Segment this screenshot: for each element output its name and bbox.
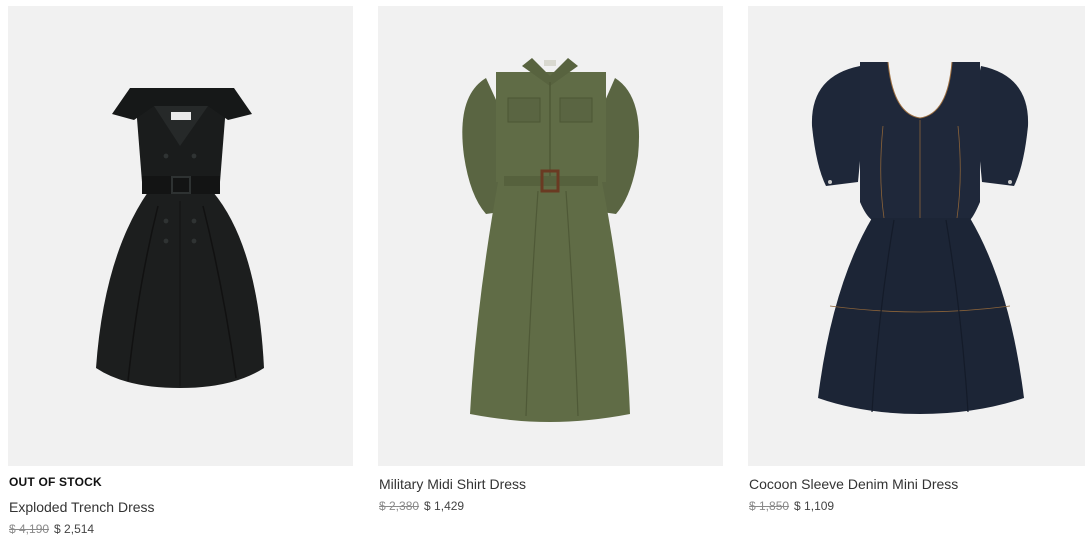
product-grid: OUT OF STOCK Exploded Trench Dress $ 4,1… bbox=[0, 0, 1085, 543]
product-name[interactable]: Exploded Trench Dress bbox=[9, 499, 155, 515]
product-image[interactable] bbox=[378, 6, 723, 466]
product-card-cocoon-sleeve-denim-mini-dress[interactable]: Cocoon Sleeve Denim Mini Dress $ 1,850 $ … bbox=[748, 6, 1085, 513]
out-of-stock-badge: OUT OF STOCK bbox=[9, 475, 102, 489]
denim-mini-dress-image bbox=[811, 61, 1029, 414]
product-name[interactable]: Cocoon Sleeve Denim Mini Dress bbox=[749, 476, 958, 492]
product-image[interactable] bbox=[748, 6, 1085, 466]
product-price: $ 1,850 $ 1,109 bbox=[749, 499, 834, 513]
product-card-exploded-trench-dress[interactable]: OUT OF STOCK Exploded Trench Dress $ 4,1… bbox=[8, 6, 353, 536]
product-image[interactable] bbox=[8, 6, 353, 466]
sale-price: $ 1,429 bbox=[424, 499, 465, 513]
sale-price: $ 1,109 bbox=[794, 499, 835, 513]
product-name[interactable]: Military Midi Shirt Dress bbox=[379, 476, 526, 492]
original-price: $ 2,380 bbox=[379, 499, 420, 513]
product-price: $ 2,380 $ 1,429 bbox=[379, 499, 464, 513]
original-price: $ 4,190 bbox=[9, 522, 50, 536]
product-card-military-midi-shirt-dress[interactable]: Military Midi Shirt Dress $ 2,380 $ 1,429 bbox=[378, 6, 723, 513]
original-price: $ 1,850 bbox=[749, 499, 790, 513]
product-price: $ 4,190 $ 2,514 bbox=[9, 522, 94, 536]
green-shirt-dress-image bbox=[462, 58, 640, 422]
sale-price: $ 2,514 bbox=[54, 522, 95, 536]
black-trench-dress-image bbox=[96, 88, 264, 388]
